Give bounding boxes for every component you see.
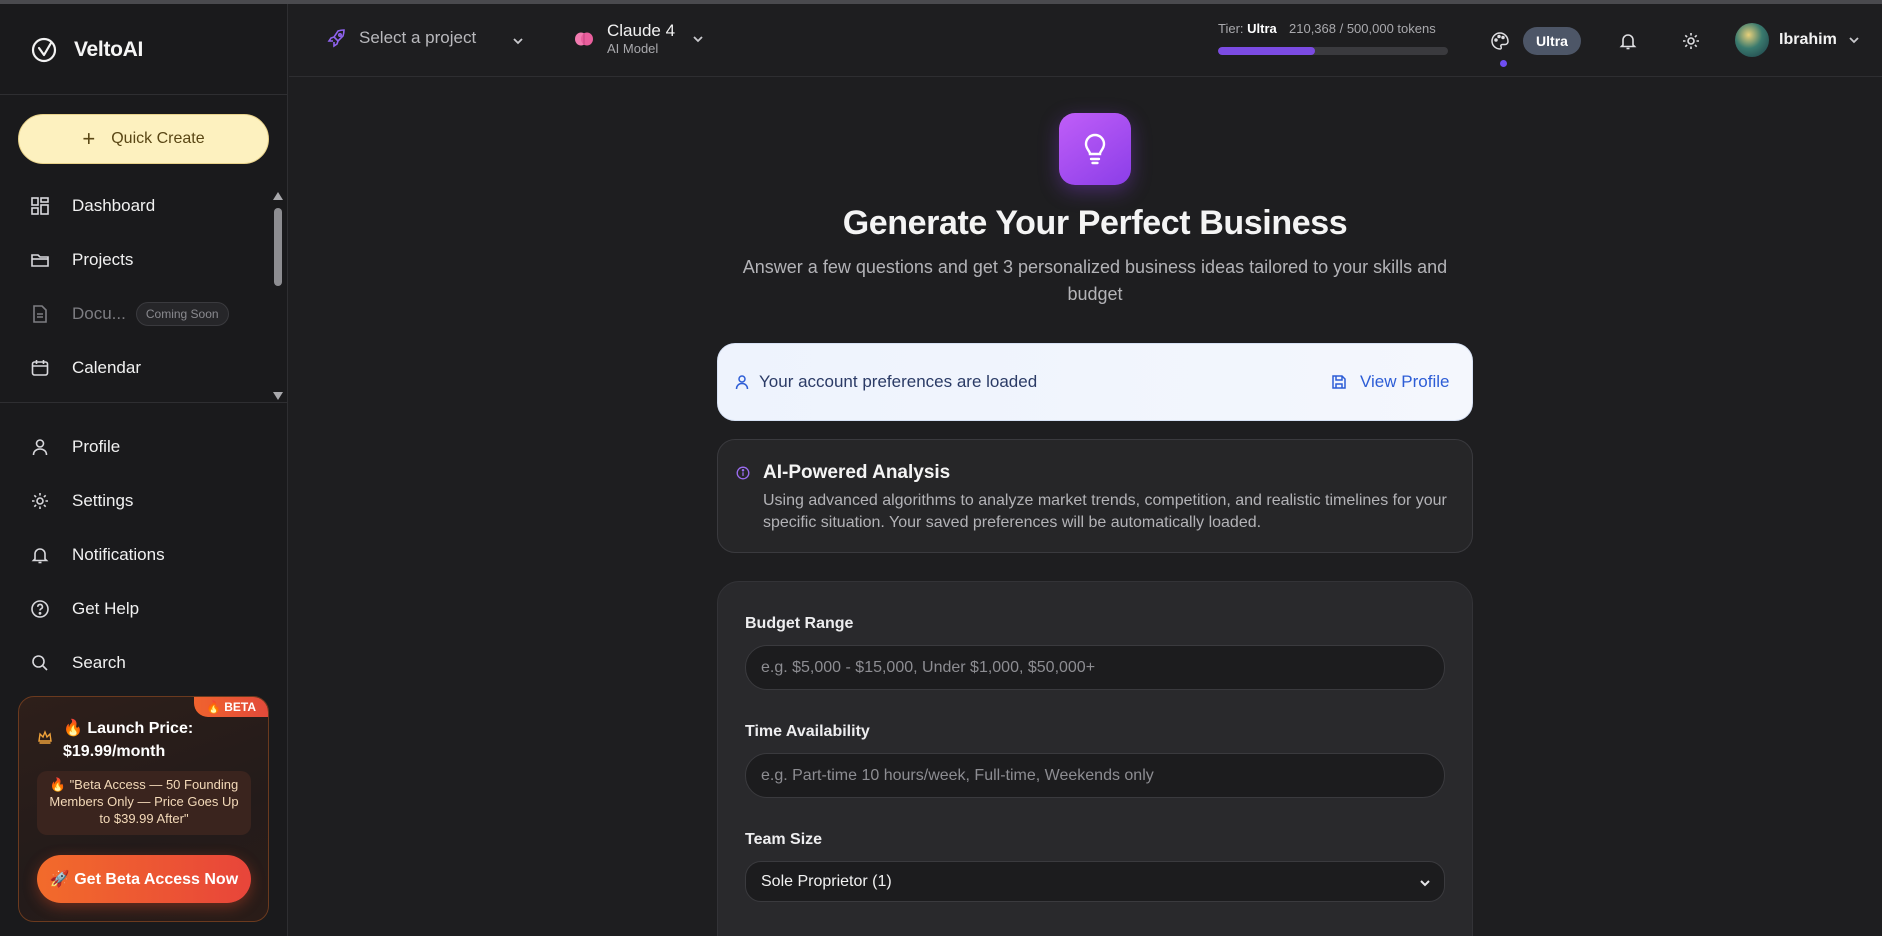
calendar-icon — [31, 360, 49, 376]
view-profile-link[interactable]: View Profile — [1330, 372, 1449, 392]
team-size-label: Team Size — [745, 831, 823, 848]
analysis-description: Using advanced algorithms to analyze mar… — [763, 492, 1447, 531]
user-name: Ibrahim — [1779, 31, 1837, 48]
analysis-title: AI-Powered Analysis — [763, 462, 951, 483]
lightbulb-icon — [1059, 113, 1131, 185]
veltoai-logo-icon — [31, 37, 57, 63]
info-icon — [736, 466, 750, 480]
sidebar-item-label: Profile — [72, 437, 121, 456]
scroll-down-arrow-icon[interactable] — [273, 392, 283, 400]
beta-ribbon: 🔥 BETA — [194, 697, 268, 717]
preferences-loaded-text: Your account preferences are loaded — [759, 372, 1038, 391]
sidebar-scrollbar[interactable] — [271, 188, 285, 404]
avatar — [1735, 23, 1769, 57]
sidebar-item-profile[interactable]: Profile — [30, 433, 120, 461]
folder-icon — [31, 254, 49, 267]
scroll-up-arrow-icon[interactable] — [273, 192, 283, 200]
plan-badge: Ultra — [1523, 27, 1581, 55]
document-icon — [33, 305, 47, 323]
budget-range-input[interactable] — [745, 645, 1445, 690]
time-availability-label: Time Availability — [745, 723, 870, 740]
sidebar-item-label: Settings — [72, 491, 134, 510]
brand[interactable]: VeltoAI — [30, 36, 143, 64]
get-beta-access-button[interactable]: 🚀 Get Beta Access Now — [37, 855, 251, 903]
sidebar-item-label: Projects — [72, 250, 134, 269]
preferences-loaded-banner: Your account preferences are loaded View… — [717, 343, 1473, 421]
page-title: Generate Your Perfect Business — [842, 204, 1348, 242]
top-bar: Select a project Claude 4 AI Model Tier:… — [289, 4, 1882, 77]
token-usage-bar — [1218, 47, 1448, 55]
save-icon — [1332, 375, 1346, 389]
help-circle-icon — [31, 600, 49, 618]
sidebar-item-label: Notifications — [72, 545, 165, 564]
model-subtitle: AI Model — [607, 41, 659, 56]
theme-indicator-dot — [1500, 60, 1507, 67]
team-size-select[interactable]: Sole Proprietor (1) — [745, 861, 1445, 902]
chevron-down-icon — [693, 36, 703, 43]
sidebar-item-notifications[interactable]: Notifications — [30, 541, 165, 569]
tier-label: Tier: Ultra — [1218, 21, 1277, 36]
scroll-thumb[interactable] — [274, 208, 282, 286]
sidebar-item-search[interactable]: Search — [30, 649, 126, 677]
budget-range-label: Budget Range — [745, 615, 854, 632]
user-icon — [32, 439, 48, 456]
plus-icon: + — [82, 126, 96, 151]
tier-value: Ultra — [1247, 21, 1277, 36]
project-selector[interactable]: Select a project — [327, 28, 476, 48]
launch-price-title: 🔥 Launch Price: $19.99/month — [63, 720, 194, 760]
beta-access-note: 🔥 "Beta Access — 50 Founding Members Onl… — [37, 771, 251, 835]
quick-create-label: Quick Create — [111, 130, 205, 147]
user-icon — [735, 375, 749, 390]
chevron-down-icon — [1420, 880, 1430, 887]
sidebar-item-label: Dashboard — [72, 196, 156, 215]
coming-soon-badge: Coming Soon — [135, 302, 229, 326]
gear-icon[interactable] — [1681, 31, 1701, 51]
brain-icon — [575, 32, 593, 46]
time-availability-input[interactable] — [745, 753, 1445, 798]
sidebar-divider — [0, 94, 288, 95]
user-menu[interactable]: Ibrahim — [1735, 23, 1861, 57]
sidebar-item-label: Get Help — [72, 599, 140, 618]
chevron-down-icon[interactable] — [511, 34, 525, 48]
sidebar-item-settings[interactable]: Settings — [30, 487, 133, 515]
token-count: 210,368 / 500,000 tokens — [1289, 21, 1436, 36]
sidebar-item-documents[interactable]: Docu... Coming Soon — [30, 300, 229, 328]
crown-icon — [38, 730, 52, 744]
sidebar: VeltoAI + Quick Create Dashboard Project… — [0, 4, 288, 936]
sidebar-item-label: Calendar — [72, 358, 141, 377]
project-selector-label: Select a project — [359, 28, 477, 47]
team-size-value: Sole Proprietor (1) — [761, 872, 892, 890]
tier-caption: Tier: — [1218, 21, 1244, 36]
sidebar-item-label: Search — [72, 653, 126, 672]
quick-create-button[interactable]: + Quick Create — [18, 114, 269, 164]
sidebar-item-calendar[interactable]: Calendar — [30, 354, 141, 382]
page-subtitle: Answer a few questions and get 3 persona… — [742, 257, 1448, 304]
sidebar-item-get-help[interactable]: Get Help — [30, 595, 139, 623]
search-icon — [32, 655, 48, 671]
business-idea-form: Budget Range Time Availability Team Size… — [717, 581, 1473, 936]
dashboard-icon — [31, 197, 49, 215]
gear-icon — [32, 493, 48, 509]
bell-icon — [31, 548, 49, 564]
rocket-icon — [327, 29, 345, 48]
sidebar-item-label: Docu... — [72, 304, 126, 323]
app-name: VeltoAI — [74, 38, 144, 61]
sidebar-divider — [0, 402, 288, 403]
model-selector[interactable]: Claude 4 AI Model — [573, 21, 705, 57]
ai-analysis-info-card: AI-Powered Analysis Using advanced algor… — [717, 439, 1473, 553]
sidebar-item-projects[interactable]: Projects — [30, 246, 133, 274]
model-name: Claude 4 — [607, 21, 676, 40]
view-profile-label: View Profile — [1360, 372, 1450, 391]
palette-icon[interactable] — [1490, 31, 1510, 51]
beta-promo-card: 🔥 BETA 🔥 Launch Price: $19.99/month 🔥 "B… — [18, 696, 269, 922]
token-usage-fill — [1218, 47, 1315, 55]
sidebar-item-dashboard[interactable]: Dashboard — [30, 192, 155, 220]
chevron-down-icon — [1849, 37, 1859, 44]
bell-icon[interactable] — [1618, 31, 1638, 51]
